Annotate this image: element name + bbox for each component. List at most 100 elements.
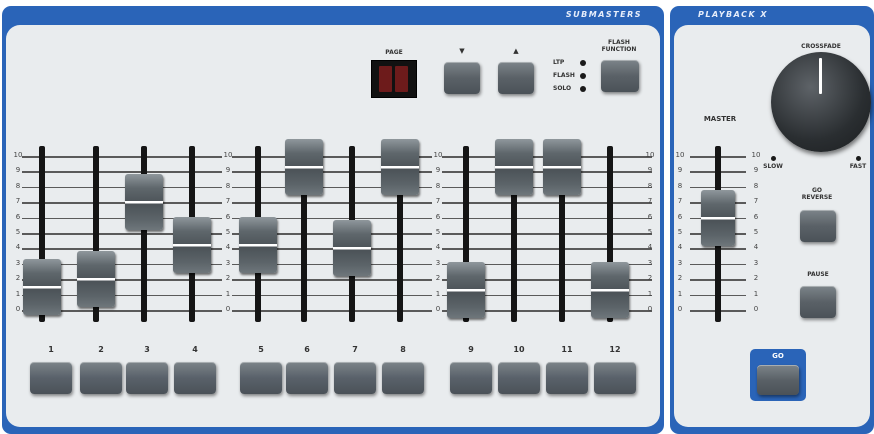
pause-button[interactable]: [800, 286, 836, 318]
crossfade-label: CROSSFADE: [801, 43, 841, 50]
master-scale-label: 2: [677, 274, 683, 283]
page-display-digit-right: [395, 66, 408, 92]
channel-button-9[interactable]: [450, 362, 492, 394]
fader-track: [141, 146, 147, 322]
master-fader-knob[interactable]: [701, 189, 735, 246]
channel-button-3[interactable]: [126, 362, 168, 394]
page-label: PAGE: [385, 49, 403, 56]
fader-knob-2[interactable]: [77, 251, 115, 308]
scale-label: 6: [435, 212, 441, 221]
master-scale-label: 8: [677, 181, 683, 190]
channel-button-10[interactable]: [498, 362, 540, 394]
fast-label: FAST: [849, 163, 867, 170]
go-reverse-button[interactable]: [800, 210, 836, 242]
scale-label: 4: [225, 243, 231, 252]
channel-label-4: 4: [192, 345, 198, 354]
go-button[interactable]: [757, 365, 799, 395]
page-display: [371, 60, 417, 98]
master-scale-label: 9: [677, 166, 683, 175]
scale-label: 0: [225, 305, 231, 313]
fader-knob-11[interactable]: [543, 138, 581, 195]
fader-knob-8[interactable]: [381, 138, 419, 195]
scale-label: 5: [435, 228, 441, 236]
slow-led: [771, 156, 776, 161]
channel-button-8[interactable]: [382, 362, 424, 394]
page-down-button[interactable]: [444, 62, 480, 94]
fader-knob-12[interactable]: [591, 261, 629, 318]
scale-label: 6: [647, 212, 653, 221]
scale-label: 2: [647, 274, 653, 283]
scale-label: 0: [647, 305, 653, 313]
scale-label: 10: [223, 151, 233, 159]
graduation-line: [442, 217, 652, 220]
channel-button-5[interactable]: [240, 362, 282, 394]
channel-button-12[interactable]: [594, 362, 636, 394]
channel-label-10: 10: [513, 345, 525, 354]
scale-label: 8: [225, 181, 231, 190]
scale-label: 1: [435, 289, 441, 298]
master-scale-label-right: 7: [753, 197, 759, 206]
master-scale-label-right: 6: [753, 212, 759, 221]
pause-label: PAUSE: [807, 271, 829, 278]
scale-label: 1: [225, 289, 231, 298]
scale-label: 2: [435, 274, 441, 283]
scale-label: 3: [225, 258, 231, 267]
scale-label: 6: [15, 212, 21, 221]
playback-title: PLAYBACK X: [698, 10, 769, 19]
scale-label: 5: [647, 228, 653, 236]
channel-label-1: 1: [48, 345, 54, 354]
channel-label-11: 11: [561, 345, 573, 354]
channel-button-2[interactable]: [80, 362, 122, 394]
channel-label-12: 12: [609, 345, 621, 354]
channel-label-5: 5: [258, 345, 264, 354]
slow-label: SLOW: [763, 163, 783, 170]
scale-label: 9: [15, 166, 21, 175]
fast-led: [856, 156, 861, 161]
crossfade-knob[interactable]: [771, 52, 871, 152]
fader-knob-9[interactable]: [447, 261, 485, 318]
master-scale-label-right: 5: [753, 228, 759, 236]
fader-knob-4[interactable]: [173, 217, 211, 274]
master-scale-label-right: 9: [753, 166, 759, 175]
flash-function-button[interactable]: [601, 60, 639, 92]
fader-knob-10[interactable]: [495, 138, 533, 195]
scale-label: 9: [435, 166, 441, 175]
channel-button-11[interactable]: [546, 362, 588, 394]
page-up-button[interactable]: [498, 62, 534, 94]
scale-label: 10: [645, 151, 655, 159]
master-scale-label: 4: [677, 243, 683, 252]
scale-label: 6: [225, 212, 231, 221]
master-label: MASTER: [703, 115, 737, 123]
master-scale-label: 10: [675, 151, 685, 159]
fader-knob-7[interactable]: [333, 220, 371, 277]
channel-label-2: 2: [98, 345, 104, 354]
scale-label: 5: [225, 228, 231, 236]
scale-label: 3: [647, 258, 653, 267]
solo-led: [580, 86, 586, 92]
fader-knob-5[interactable]: [239, 217, 277, 274]
master-scale-label: 1: [677, 289, 683, 298]
page-display-digit-left: [379, 66, 392, 92]
scale-label: 4: [435, 243, 441, 252]
channel-label-6: 6: [304, 345, 310, 354]
channel-button-4[interactable]: [174, 362, 216, 394]
fader-knob-3[interactable]: [125, 174, 163, 231]
master-scale-label: 3: [677, 258, 683, 267]
go-reverse-label: GO REVERSE: [801, 187, 833, 201]
scale-label: 7: [647, 197, 653, 206]
scale-label: 9: [225, 166, 231, 175]
scale-label: 5: [15, 228, 21, 236]
fader-knob-6[interactable]: [285, 138, 323, 195]
fader-knob-1[interactable]: [23, 258, 61, 315]
master-scale-label-right: 4: [753, 243, 759, 252]
scale-label: 9: [647, 166, 653, 175]
mode-label-solo: SOLO: [553, 85, 572, 92]
channel-label-7: 7: [352, 345, 358, 354]
master-scale-label-right: 10: [751, 151, 761, 159]
master-scale-label-right: 0: [753, 305, 759, 313]
submasters-title: SUBMASTERS: [565, 10, 642, 19]
channel-button-6[interactable]: [286, 362, 328, 394]
scale-label: 0: [435, 305, 441, 313]
channel-button-1[interactable]: [30, 362, 72, 394]
channel-button-7[interactable]: [334, 362, 376, 394]
